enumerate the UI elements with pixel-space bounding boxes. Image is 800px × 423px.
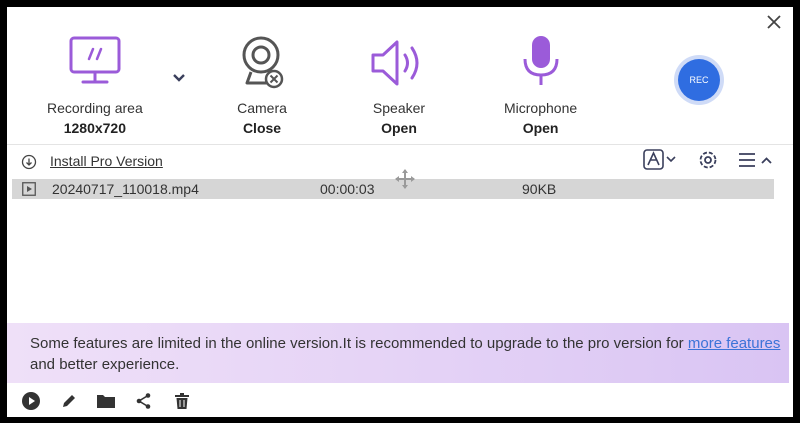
install-pro-link[interactable]: Install Pro Version — [50, 153, 163, 169]
upgrade-banner: Some features are limited in the online … — [7, 323, 789, 383]
recording-area-control[interactable]: Recording area 1280x720 — [47, 35, 143, 136]
speaker-value: Open — [381, 120, 417, 136]
pencil-icon — [63, 395, 75, 407]
menu-collapse-icon — [739, 153, 772, 167]
recorder-window: Recording area 1280x720 Camera Close Spe… — [7, 7, 793, 417]
microphone-label: Microphone — [504, 100, 578, 116]
banner-text-before: Some features are limited in the online … — [30, 335, 688, 352]
play-icon — [22, 392, 40, 410]
share-button[interactable] — [133, 390, 155, 412]
speaker-label: Speaker — [372, 100, 426, 116]
chevron-down-icon — [173, 74, 185, 82]
recording-area-dropdown[interactable] — [170, 69, 188, 87]
microphone-control[interactable]: Microphone Open — [504, 35, 577, 136]
settings-button[interactable] — [697, 149, 719, 171]
camera-control[interactable]: Camera Close — [234, 35, 290, 136]
bottom-action-bar — [7, 385, 793, 417]
gear-icon — [699, 151, 717, 169]
microphone-value: Open — [522, 120, 559, 136]
text-format-dropdown[interactable] — [643, 149, 679, 171]
divider — [7, 144, 793, 145]
record-button[interactable]: REC — [678, 59, 720, 101]
edit-button[interactable] — [58, 390, 80, 412]
speaker-icon — [369, 35, 429, 91]
text-format-icon — [643, 149, 676, 170]
banner-text-after: and better experience. — [30, 356, 180, 373]
camera-label: Camera — [237, 100, 287, 116]
recording-area-label: Recording area — [47, 100, 143, 116]
camera-value: Close — [242, 120, 282, 136]
folder-icon — [97, 395, 115, 408]
play-button[interactable] — [20, 390, 42, 412]
file-duration: 00:00:03 — [320, 181, 375, 197]
monitor-icon — [67, 35, 123, 91]
speaker-control[interactable]: Speaker Open — [369, 35, 429, 136]
list-menu-button[interactable] — [737, 149, 777, 171]
file-name: 20240717_110018.mp4 — [52, 181, 199, 197]
file-size: 90KB — [522, 181, 557, 197]
microphone-icon — [513, 35, 569, 91]
video-file-icon — [22, 182, 36, 196]
open-folder-button[interactable] — [95, 390, 117, 412]
download-icon — [21, 154, 37, 170]
trash-icon — [175, 393, 189, 409]
delete-button[interactable] — [171, 390, 193, 412]
close-button[interactable] — [763, 11, 785, 33]
recording-area-value: 1280x720 — [63, 120, 127, 136]
more-features-link[interactable]: more features — [688, 335, 781, 352]
move-cursor-icon — [395, 169, 415, 189]
close-icon — [767, 15, 781, 29]
file-row[interactable]: 20240717_110018.mp4 00:00:03 90KB — [12, 179, 774, 199]
share-icon — [136, 393, 151, 409]
webcam-icon — [234, 35, 290, 91]
